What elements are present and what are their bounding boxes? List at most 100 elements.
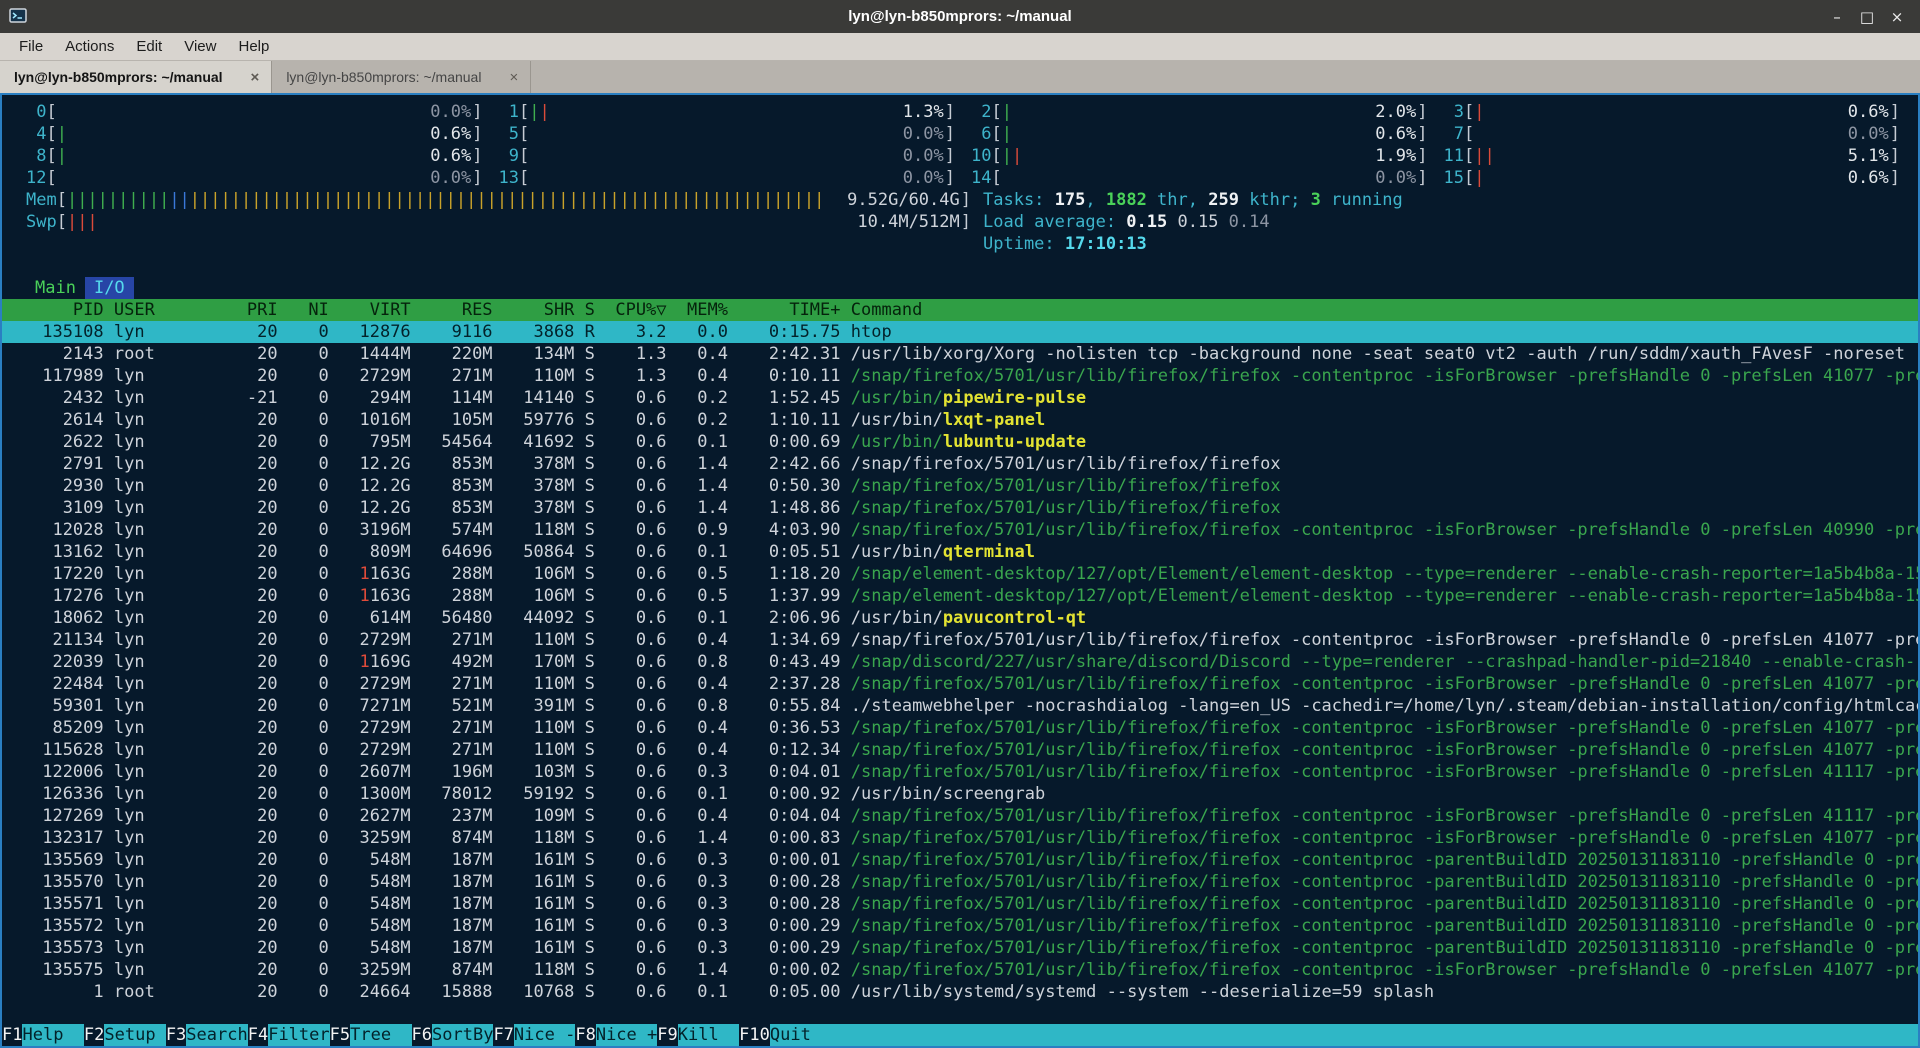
cell-time: 1:10.11: [738, 409, 840, 431]
process-row[interactable]: 126336lyn2001300M7801259192S0.60.10:00.9…: [2, 783, 1918, 805]
cell-user: lyn: [114, 541, 216, 563]
meter-tick: |: [1474, 102, 1484, 122]
process-row[interactable]: 117989lyn2002729M271M110MS1.30.40:10.11/…: [2, 365, 1918, 387]
fnkey-action: Tree: [350, 1024, 411, 1046]
text-part: 0.15: [1177, 212, 1228, 232]
meter-bracket: [: [46, 145, 56, 167]
process-row[interactable]: 21134lyn2002729M271M110MS0.60.41:34.69/s…: [2, 629, 1918, 651]
process-row[interactable]: 18062lyn200614M5648044092S0.60.12:06.96/…: [2, 607, 1918, 629]
column-header-ni[interactable]: NI: [288, 299, 329, 321]
terminal-tab-2[interactable]: lyn@lyn-b850mprors: ~/manual×: [272, 61, 531, 93]
column-header-cmd[interactable]: Command: [851, 299, 1918, 321]
column-header-pid[interactable]: PID: [32, 299, 104, 321]
htop-screen-tab-main[interactable]: Main: [26, 277, 85, 299]
fnkey-f5[interactable]: F5Tree: [330, 1024, 412, 1046]
process-row[interactable]: 17276lyn2001163G288M106MS0.60.51:37.99/s…: [2, 585, 1918, 607]
process-row[interactable]: 3109lyn20012.2G853M378MS0.61.41:48.86/sn…: [2, 497, 1918, 519]
column-header-mem[interactable]: MEM%: [677, 299, 728, 321]
cell-command: /snap/firefox/5701/usr/lib/firefox/firef…: [851, 365, 1918, 387]
cell-s: S: [585, 981, 595, 1003]
process-row[interactable]: 135575lyn2003259M874M118MS0.61.40:00.02/…: [2, 959, 1918, 981]
htop-screen-tab-io[interactable]: I/O: [85, 277, 134, 299]
minimize-button[interactable]: –: [1822, 8, 1852, 26]
column-header-pri[interactable]: PRI: [226, 299, 277, 321]
text-part: kthr;: [1239, 190, 1311, 210]
cell-pid: 2930: [32, 475, 104, 497]
terminal-viewport[interactable]: 0[0.0%]1[||1.3%]2[|2.0%]3[|0.6%]4[|0.6%]…: [0, 93, 1920, 1048]
fnkey-f8[interactable]: F8Nice +: [575, 1024, 657, 1046]
process-row[interactable]: 59301lyn2007271M521M391MS0.60.80:55.84./…: [2, 695, 1918, 717]
tab-close-icon[interactable]: ×: [509, 69, 518, 86]
process-row[interactable]: 135569lyn200548M187M161MS0.60.30:00.01/s…: [2, 849, 1918, 871]
cell-time: 0:00.02: [738, 959, 840, 981]
process-row[interactable]: 2930lyn20012.2G853M378MS0.61.40:50.30/sn…: [2, 475, 1918, 497]
cell-virt: 1169G: [339, 651, 411, 673]
command-part: pavucontrol-qt: [943, 608, 1086, 628]
cell-virt: 809M: [339, 541, 411, 563]
cell-time: 0:00.29: [738, 937, 840, 959]
column-header-user[interactable]: USER: [114, 299, 216, 321]
cell-pid: 115628: [32, 739, 104, 761]
process-row[interactable]: 132317lyn2003259M874M118MS0.61.40:00.83/…: [2, 827, 1918, 849]
process-row[interactable]: 135572lyn200548M187M161MS0.60.30:00.29/s…: [2, 915, 1918, 937]
process-row[interactable]: 22484lyn2002729M271M110MS0.60.42:37.28/s…: [2, 673, 1918, 695]
cell-res: 853M: [421, 475, 493, 497]
process-row[interactable]: 135573lyn200548M187M161MS0.60.30:00.29/s…: [2, 937, 1918, 959]
cell-ni: 0: [288, 607, 329, 629]
meter-bracket: ]: [1417, 145, 1427, 167]
cell-command: /snap/element-desktop/127/opt/Element/el…: [851, 585, 1918, 607]
tab-close-icon[interactable]: ×: [251, 69, 260, 86]
column-header-virt[interactable]: VIRT: [339, 299, 411, 321]
process-row[interactable]: 2622lyn200795M5456441692S0.60.10:00.69/u…: [2, 431, 1918, 453]
fnkey-f4[interactable]: F4Filter: [248, 1024, 330, 1046]
process-row[interactable]: 127269lyn2002627M237M109MS0.60.40:04.04/…: [2, 805, 1918, 827]
fnkey-f3[interactable]: F3Search: [166, 1024, 248, 1046]
maximize-button[interactable]: □: [1852, 8, 1882, 26]
menu-item-view[interactable]: View: [173, 38, 227, 55]
fnkey-f10[interactable]: F10Quit: [739, 1024, 811, 1046]
process-row[interactable]: 12028lyn2003196M574M118MS0.60.94:03.90/s…: [2, 519, 1918, 541]
cell-command: /snap/firefox/5701/usr/lib/firefox/firef…: [851, 849, 1918, 871]
column-header-time[interactable]: TIME+: [738, 299, 840, 321]
fnkey-f2[interactable]: F2Setup: [84, 1024, 166, 1046]
cell-ni: 0: [288, 937, 329, 959]
process-row[interactable]: 2143root2001444M220M134MS1.30.42:42.31/u…: [2, 343, 1918, 365]
column-header-shr[interactable]: SHR: [503, 299, 575, 321]
system-summary: Tasks: 175, 1882 thr, 259 kthr; 3 runnin…: [971, 189, 1918, 255]
process-row[interactable]: 122006lyn2002607M196M103MS0.60.30:04.01/…: [2, 761, 1918, 783]
cell-cpu: 0.6: [605, 497, 666, 519]
process-row[interactable]: 22039lyn2001169G492M170MS0.60.80:43.49/s…: [2, 651, 1918, 673]
fnkey-f6[interactable]: F6SortBy: [412, 1024, 494, 1046]
fnkey-f7[interactable]: F7Nice -: [493, 1024, 575, 1046]
process-row[interactable]: 115628lyn2002729M271M110MS0.60.40:12.34/…: [2, 739, 1918, 761]
close-button[interactable]: ×: [1882, 8, 1912, 26]
cell-ni: 0: [288, 453, 329, 475]
cell-s: S: [585, 541, 595, 563]
process-row[interactable]: 1root200246641588810768S0.60.10:05.00/us…: [2, 981, 1918, 1003]
cell-s: S: [585, 431, 595, 453]
process-row[interactable]: 17220lyn2001163G288M106MS0.60.51:18.20/s…: [2, 563, 1918, 585]
menu-item-help[interactable]: Help: [227, 38, 280, 55]
process-row[interactable]: 13162lyn200809M6469650864S0.60.10:05.51/…: [2, 541, 1918, 563]
menu-item-actions[interactable]: Actions: [54, 38, 125, 55]
cell-mem: 0.1: [677, 431, 728, 453]
process-row[interactable]: 2791lyn20012.2G853M378MS0.61.42:42.66/sn…: [2, 453, 1918, 475]
process-row[interactable]: 135571lyn200548M187M161MS0.60.30:00.28/s…: [2, 893, 1918, 915]
fnkey-f9[interactable]: F9Kill: [657, 1024, 739, 1046]
column-header-cpu[interactable]: CPU%▽: [605, 299, 666, 321]
meter-bar: |0.6%: [57, 123, 473, 145]
cell-user: lyn: [114, 365, 216, 387]
process-row[interactable]: 2432lyn-210294M114M14140S0.60.21:52.45/u…: [2, 387, 1918, 409]
process-row[interactable]: 135108lyn2001287691163868R3.20.00:15.75h…: [2, 321, 1918, 343]
menu-item-edit[interactable]: Edit: [125, 38, 173, 55]
menu-item-file[interactable]: File: [8, 38, 54, 55]
cpu-meter-label: 11: [1444, 145, 1464, 167]
column-header-s[interactable]: S: [585, 299, 595, 321]
column-header-res[interactable]: RES: [421, 299, 493, 321]
meter-tick: |: [539, 102, 549, 122]
process-row[interactable]: 135570lyn200548M187M161MS0.60.30:00.28/s…: [2, 871, 1918, 893]
process-row[interactable]: 2614lyn2001016M105M59776S0.60.21:10.11/u…: [2, 409, 1918, 431]
fnkey-f1[interactable]: F1Help: [2, 1024, 84, 1046]
process-row[interactable]: 85209lyn2002729M271M110MS0.60.40:36.53/s…: [2, 717, 1918, 739]
terminal-tab-1[interactable]: lyn@lyn-b850mprors: ~/manual×: [0, 61, 272, 93]
